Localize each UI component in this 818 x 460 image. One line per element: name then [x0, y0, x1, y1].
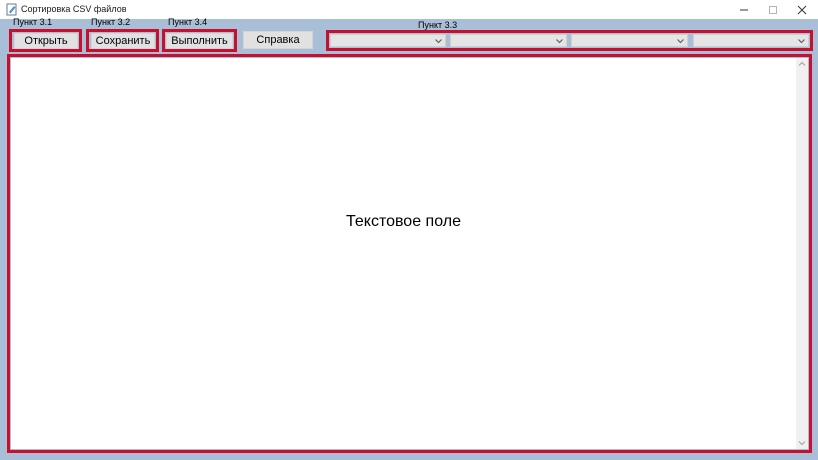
close-icon — [797, 5, 807, 14]
window-title: Сортировка CSV файлов — [21, 4, 127, 14]
close-button[interactable] — [787, 0, 817, 19]
highlight-open — [9, 29, 82, 52]
callout-open: Пункт 3.1 — [13, 17, 53, 27]
callout-combos: Пункт 3.3 — [418, 20, 458, 30]
highlight-text-field — [7, 54, 812, 453]
maximize-button[interactable] — [758, 0, 788, 19]
help-button[interactable]: Справка — [243, 31, 313, 49]
highlight-execute — [162, 29, 237, 52]
app-window: Сортировка CSV файлов Пункт 3.1 Пункт 3.… — [0, 0, 818, 460]
highlight-combos — [326, 30, 813, 51]
maximize-icon — [769, 5, 777, 14]
minimize-button[interactable] — [729, 0, 759, 19]
callout-save: Пункт 3.2 — [91, 17, 131, 27]
highlight-save — [86, 29, 159, 52]
notepad-icon — [6, 3, 18, 16]
callout-execute: Пункт 3.4 — [168, 17, 208, 27]
minimize-icon — [740, 9, 748, 10]
